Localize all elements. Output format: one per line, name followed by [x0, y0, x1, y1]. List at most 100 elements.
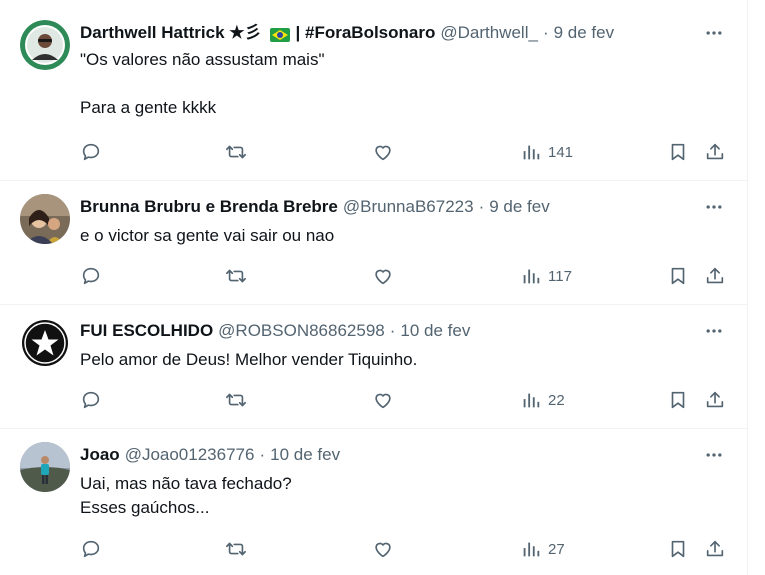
- tweet-text-line: e o victor sa gente vai sair ou nao: [80, 226, 335, 245]
- author-name[interactable]: Brunna Brubru e Brenda Brebre: [80, 196, 338, 218]
- reply-icon: [82, 143, 100, 161]
- like-button[interactable]: [372, 386, 394, 414]
- more-icon[interactable]: [701, 444, 727, 466]
- bookmark-button[interactable]: [667, 262, 689, 290]
- bookmark-button[interactable]: [667, 535, 689, 563]
- share-button[interactable]: [704, 262, 726, 290]
- reply-button[interactable]: [80, 262, 102, 290]
- like-button[interactable]: [372, 262, 394, 290]
- avatar-photo: [20, 194, 70, 244]
- author-name[interactable]: Darthwell Hattrick ★彡: [80, 22, 262, 44]
- avatar-landscape-photo: [20, 442, 70, 492]
- reply-button[interactable]: [80, 386, 102, 414]
- avatar[interactable]: [20, 318, 70, 368]
- author-name[interactable]: FUI ESCOLHIDO: [80, 320, 213, 342]
- bookmark-button[interactable]: [667, 386, 689, 414]
- more-icon[interactable]: [701, 22, 727, 44]
- share-icon: [706, 267, 724, 284]
- like-button[interactable]: [372, 138, 394, 166]
- tweet-text: Uai, mas não tava fechado? Esses gaúchos…: [80, 472, 727, 520]
- share-icon: [706, 143, 724, 160]
- bookmark-icon: [671, 391, 685, 409]
- tweet[interactable]: Brunna Brubru e Brenda Brebre @BrunnaB67…: [0, 181, 747, 305]
- view-count: 22: [548, 391, 565, 409]
- heart-icon: [375, 393, 391, 409]
- brazil-flag-icon: [269, 26, 290, 42]
- retweet-icon: [226, 269, 246, 283]
- share-button[interactable]: [704, 535, 726, 563]
- reply-icon: [82, 391, 100, 409]
- heart-icon: [375, 269, 391, 285]
- views-icon: [523, 542, 540, 557]
- tweet[interactable]: FUI ESCOLHIDO @ROBSON86862598 · 10 de fe…: [0, 305, 747, 429]
- tweet-date[interactable]: 10 de fev: [270, 444, 340, 466]
- tweet[interactable]: Darthwell Hattrick ★彡 | #ForaBolsonaro @…: [0, 0, 747, 181]
- tweet-actions: 117: [80, 262, 727, 290]
- tweet-date[interactable]: 9 de fev: [489, 196, 550, 218]
- retweet-icon: [226, 542, 246, 556]
- bookmark-icon: [671, 267, 685, 285]
- tweet-text-line: Pelo amor de Deus! Melhor vender Tiquinh…: [80, 350, 418, 369]
- separator-dot: ·: [259, 445, 266, 464]
- author-handle[interactable]: @ROBSON86862598: [218, 320, 385, 342]
- avatar[interactable]: [20, 194, 70, 244]
- author-name[interactable]: Joao: [80, 444, 120, 466]
- author-name-suffix[interactable]: | #ForaBolsonaro: [296, 22, 436, 44]
- heart-icon: [375, 542, 391, 558]
- reply-button[interactable]: [80, 138, 102, 166]
- avatar-star-crest: [20, 318, 70, 368]
- tweet-header: Darthwell Hattrick ★彡 | #ForaBolsonaro @…: [80, 22, 727, 44]
- share-icon: [706, 540, 724, 557]
- tweet-header: Brunna Brubru e Brenda Brebre @BrunnaB67…: [80, 196, 727, 218]
- retweet-button[interactable]: [225, 262, 247, 290]
- retweet-button[interactable]: [225, 535, 247, 563]
- more-icon[interactable]: [701, 320, 727, 342]
- bookmark-icon: [671, 143, 685, 161]
- tweet-text-line: Uai, mas não tava fechado?: [80, 474, 292, 493]
- view-count: 117: [548, 267, 572, 285]
- tweet-text-line: "Os valores não assustam mais": [80, 50, 325, 69]
- views-icon: [523, 393, 540, 408]
- tweet-date[interactable]: 9 de fev: [554, 22, 615, 44]
- tweet-text-line: Para a gente kkkk: [80, 98, 217, 117]
- share-button[interactable]: [704, 386, 726, 414]
- tweet-actions: 22: [80, 386, 727, 414]
- bookmark-button[interactable]: [667, 138, 689, 166]
- like-button[interactable]: [372, 535, 394, 563]
- avatar[interactable]: [20, 442, 70, 492]
- tweet[interactable]: Joao @Joao01236776 · 10 de fev Uai, mas …: [0, 429, 747, 575]
- avatar[interactable]: [20, 20, 70, 70]
- tweet-text: "Os valores não assustam mais" Para a ge…: [80, 48, 727, 120]
- separator-dot: ·: [389, 321, 396, 340]
- retweet-button[interactable]: [225, 386, 247, 414]
- views-icon: [523, 269, 540, 284]
- more-icon[interactable]: [701, 196, 727, 218]
- views-button[interactable]: 22: [520, 386, 565, 414]
- reply-icon: [82, 540, 100, 558]
- heart-icon: [375, 145, 391, 161]
- author-handle[interactable]: @Joao01236776: [125, 444, 255, 466]
- views-button[interactable]: 117: [520, 262, 572, 290]
- bookmark-icon: [671, 540, 685, 558]
- tweet-actions: 141: [80, 138, 727, 166]
- share-button[interactable]: [704, 138, 726, 166]
- author-handle[interactable]: @Darthwell_: [440, 22, 538, 44]
- tweet-text: e o victor sa gente vai sair ou nao: [80, 224, 727, 248]
- share-icon: [706, 391, 724, 408]
- tweet-header: FUI ESCOLHIDO @ROBSON86862598 · 10 de fe…: [80, 320, 727, 342]
- retweet-button[interactable]: [225, 138, 247, 166]
- tweet-text: Pelo amor de Deus! Melhor vender Tiquinh…: [80, 348, 727, 372]
- reply-button[interactable]: [80, 535, 102, 563]
- views-button[interactable]: 141: [520, 138, 573, 166]
- retweet-icon: [226, 145, 246, 159]
- tweet-date[interactable]: 10 de fev: [400, 320, 470, 342]
- author-handle[interactable]: @BrunnaB67223: [343, 196, 474, 218]
- view-count: 27: [548, 540, 565, 558]
- tweet-text-line: [80, 72, 727, 96]
- reply-feed: Darthwell Hattrick ★彡 | #ForaBolsonaro @…: [0, 0, 748, 575]
- views-icon: [523, 145, 540, 160]
- separator-dot: ·: [478, 197, 485, 216]
- avatar-green-circle-crest: [20, 20, 70, 70]
- tweet-text-line: Esses gaúchos...: [80, 498, 210, 517]
- views-button[interactable]: 27: [520, 535, 565, 563]
